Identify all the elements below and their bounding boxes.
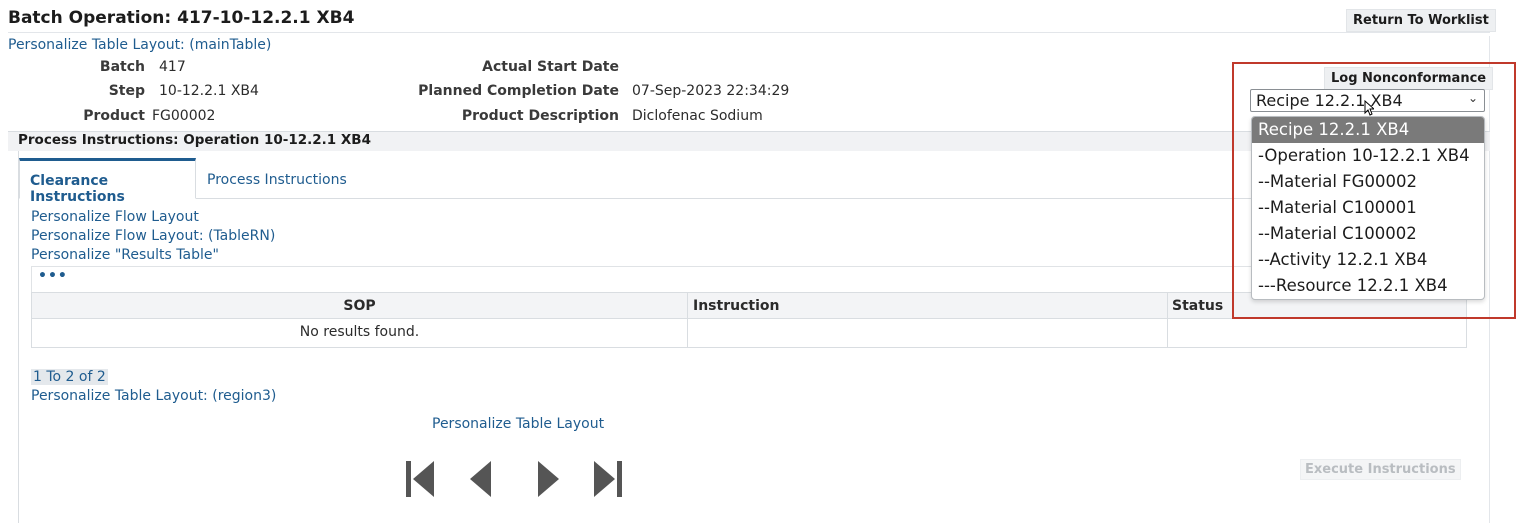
option-recipe[interactable]: Recipe 12.2.1 XB4 <box>1252 117 1484 143</box>
return-to-worklist-button[interactable]: Return To Worklist <box>1346 9 1496 32</box>
section-title: Process Instructions: Operation 10-12.2.… <box>18 132 371 148</box>
execute-instructions-button[interactable]: Execute Instructions <box>1300 459 1461 480</box>
tab-process-instructions[interactable]: Process Instructions <box>207 172 347 188</box>
personalize-table-layout-link[interactable]: Personalize Table Layout <box>432 416 604 432</box>
step-value: 10-12.2.1 XB4 <box>159 83 259 99</box>
chevron-down-icon[interactable]: ⌄ <box>1468 91 1478 105</box>
option-material-c100002[interactable]: --Material C100002 <box>1252 221 1484 247</box>
personalize-main-table-link[interactable]: Personalize Table Layout: (mainTable) <box>8 37 271 53</box>
mouse-cursor-icon <box>1364 100 1374 116</box>
option-operation[interactable]: -Operation 10-12.2.1 XB4 <box>1252 143 1484 169</box>
column-divider <box>687 293 688 347</box>
page-title: Batch Operation: 417-10-12.2.1 XB4 <box>8 8 355 28</box>
first-page-icon[interactable] <box>404 459 434 499</box>
personalize-region3-link[interactable]: Personalize Table Layout: (region3) <box>31 388 276 404</box>
product-description-label: Product Description <box>461 108 619 124</box>
planned-completion-label: Planned Completion Date <box>418 83 619 99</box>
last-page-icon[interactable] <box>594 459 624 499</box>
log-nonconformance-button[interactable]: Log Nonconformance <box>1324 67 1494 90</box>
title-divider <box>8 32 1490 33</box>
previous-page-icon[interactable] <box>466 459 496 499</box>
tab-clearance-instructions[interactable]: Clearance Instructions <box>19 158 196 205</box>
batch-value: 417 <box>159 59 186 75</box>
column-divider <box>1167 293 1168 347</box>
nonconformance-options-list: Recipe 12.2.1 XB4 -Operation 10-12.2.1 X… <box>1251 116 1485 300</box>
empty-results-message: No results found. <box>299 324 420 340</box>
record-range: 1 To 2 of 2 <box>31 369 108 385</box>
column-header-sop[interactable]: SOP <box>32 298 687 314</box>
column-header-status[interactable]: Status <box>1172 298 1223 314</box>
actual-start-label: Actual Start Date <box>482 59 619 75</box>
batch-label: Batch <box>99 59 145 75</box>
next-page-icon[interactable] <box>535 459 565 499</box>
option-resource[interactable]: ---Resource 12.2.1 XB4 <box>1252 273 1484 299</box>
product-label: Product <box>83 108 145 124</box>
personalize-results-table-link[interactable]: Personalize "Results Table" <box>31 247 219 263</box>
column-header-instruction[interactable]: Instruction <box>693 298 779 314</box>
step-label: Step <box>108 83 145 99</box>
option-material-c100001[interactable]: --Material C100001 <box>1252 195 1484 221</box>
option-material-fg00002[interactable]: --Material FG00002 <box>1252 169 1484 195</box>
planned-completion-value: 07-Sep-2023 22:34:29 <box>632 83 790 99</box>
product-description-value: Diclofenac Sodium <box>632 108 763 124</box>
more-actions-icon[interactable]: ••• <box>38 268 68 284</box>
personalize-flow-layout-link[interactable]: Personalize Flow Layout <box>31 209 199 225</box>
personalize-flow-layout-tablern-link[interactable]: Personalize Flow Layout: (TableRN) <box>31 228 275 244</box>
option-activity[interactable]: --Activity 12.2.1 XB4 <box>1252 247 1484 273</box>
product-value: FG00002 <box>152 108 216 124</box>
